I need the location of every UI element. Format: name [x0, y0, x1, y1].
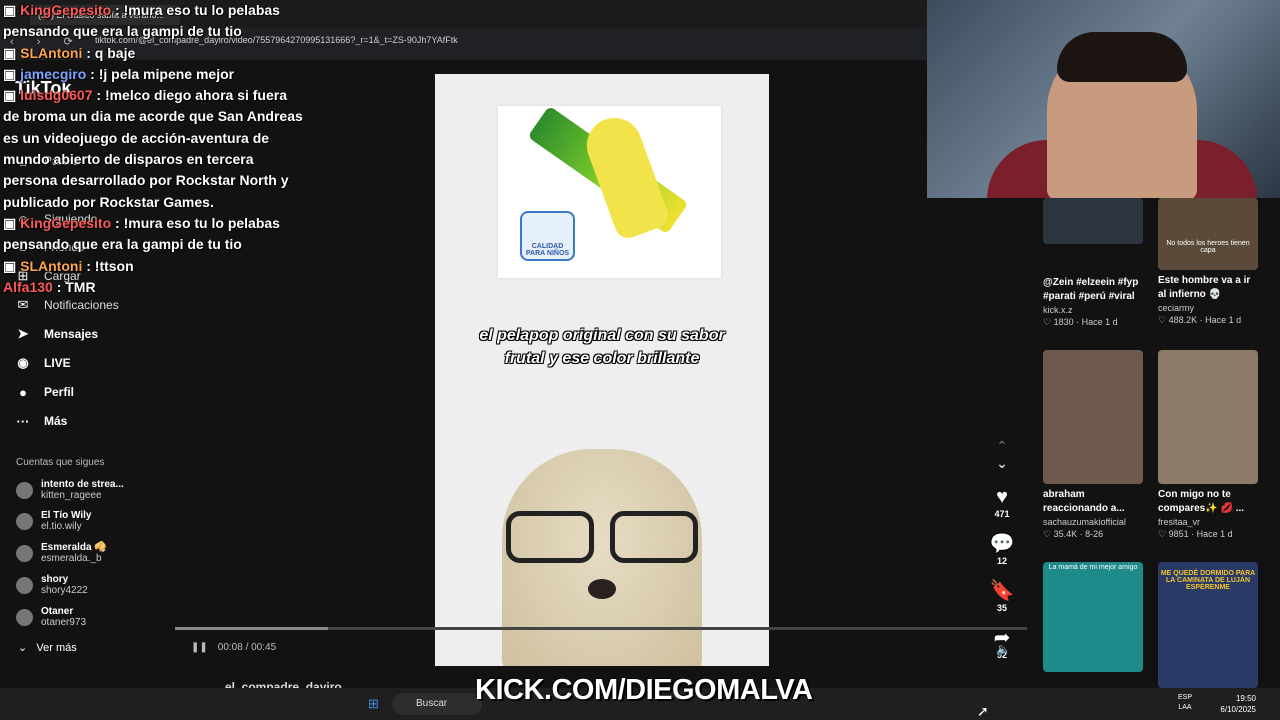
- video-caption: el pelapop original con su sabor frutal …: [479, 327, 725, 367]
- video-progress-bar[interactable]: [175, 627, 1027, 630]
- progress-fill: [175, 627, 329, 630]
- chat-badge-icon: ▣: [3, 257, 17, 274]
- system-clock[interactable]: 19:50 6/10/2025: [1220, 693, 1256, 715]
- streamer-hair: [1057, 32, 1187, 82]
- chat-message: ▣ jamecgiro : !j pela mipene mejor: [3, 65, 235, 82]
- comment-icon[interactable]: 💬: [987, 531, 1017, 556]
- action-bar: ⌃ ⌄ ♥ 471 💬 12 🔖 35 ➦ 92: [987, 438, 1017, 672]
- like-count: 471: [994, 509, 1010, 519]
- recommended-card[interactable]: Con migo no te compares✨ 💋 ... fresitaa_…: [1158, 350, 1260, 540]
- quality-badge: CALIDAD PARA NIÑOS: [520, 211, 575, 261]
- dog-nose: [588, 579, 616, 599]
- glasses: [502, 511, 702, 566]
- following-item[interactable]: Esmeralda 🥠 esmeralda._b: [16, 542, 107, 564]
- video-thumbnail: [1043, 198, 1143, 244]
- kick-url-overlay: KICK.COM/DIEGOMALVA: [475, 674, 813, 706]
- avatar: [16, 608, 33, 626]
- chat-badge-icon: ▣: [3, 2, 17, 18]
- time-display: 00:08 / 00:45: [217, 642, 277, 653]
- recommended-card[interactable]: La mamá de mi mejor amigo: [1043, 562, 1145, 672]
- video-thumbnail: [1158, 350, 1258, 484]
- chevron-down-icon[interactable]: ⌄: [987, 455, 1017, 472]
- avatar: [16, 544, 33, 562]
- avatar: [16, 512, 33, 530]
- video-frame[interactable]: CALIDAD PARA NIÑOS el pelapop original c…: [435, 74, 769, 666]
- webcam-overlay: [927, 0, 1280, 198]
- chat-message: Alfa130 : TMR: [3, 278, 96, 295]
- video-thumbnail: [1043, 350, 1143, 484]
- chat-badge-icon: ▣: [3, 65, 17, 82]
- heart-icon[interactable]: ♥: [987, 486, 1017, 509]
- recommended-card[interactable]: No todos los heroes tienen capa Este hom…: [1158, 198, 1260, 326]
- nav-notificaciones[interactable]: ✉ Notificaciones: [14, 296, 119, 314]
- more-icon: ···: [16, 413, 30, 429]
- chevron-down-icon: ⌄: [18, 642, 28, 654]
- language-indicator[interactable]: ESP LAA: [1178, 693, 1192, 713]
- video-thumbnail: ME QUEDÉ DORMIDO PARA LA CAMINATA DE LUJ…: [1158, 562, 1258, 688]
- mouse-cursor-icon: ➚: [977, 703, 989, 719]
- stream-chat-overlay: ▣ KingGepesito : !mura eso tu lo pelabas…: [3, 0, 303, 298]
- chat-message: ▣ SLAntoni : !ttson: [3, 257, 134, 274]
- avatar: [16, 481, 33, 499]
- chat-message: ▣ KingGepesito : !mura eso tu lo pelabas…: [3, 214, 280, 253]
- video-thumbnail: La mamá de mi mejor amigo: [1043, 562, 1143, 672]
- windows-start-icon[interactable]: ⊞: [368, 696, 379, 712]
- following-item[interactable]: El Tío Wily el.tio.wily: [16, 510, 91, 532]
- avatar: [16, 576, 33, 594]
- following-item[interactable]: Otaner otaner973: [16, 606, 86, 628]
- chat-message: ▣ SLAntoni : q baje: [3, 44, 136, 61]
- volume-icon[interactable]: 🔈: [996, 642, 1011, 656]
- see-more-link[interactable]: ⌄ Ver más: [18, 641, 77, 654]
- chat-badge-icon: ▣: [3, 87, 17, 104]
- chat-badge-icon: ▣: [3, 44, 17, 61]
- product-image: CALIDAD PARA NIÑOS: [498, 105, 721, 278]
- following-item[interactable]: intento de strea... kitten_rageee: [16, 479, 124, 501]
- bookmark-icon[interactable]: 🔖: [987, 578, 1017, 603]
- profile-icon: ●: [19, 384, 27, 400]
- bell-icon: ✉: [17, 297, 29, 312]
- nav-live[interactable]: ◉ LIVE: [14, 354, 70, 372]
- chat-message: ▣ KingGepesito : !mura eso tu lo pelabas…: [3, 2, 280, 40]
- dog-with-glasses-image: [502, 449, 702, 666]
- playback-controls: ❚❚ 00:08 / 00:45: [191, 642, 276, 653]
- chat-badge-icon: ▣: [3, 214, 17, 231]
- nav-mas[interactable]: ··· Más: [14, 412, 68, 430]
- comment-count: 12: [996, 556, 1007, 566]
- taskbar-search[interactable]: Buscar: [392, 693, 482, 715]
- pause-icon[interactable]: ❚❚: [191, 642, 208, 653]
- save-count: 35: [996, 603, 1007, 613]
- recommended-card[interactable]: @Zein #elzeein #fyp #parati #perú #viral…: [1043, 198, 1145, 328]
- chevron-up-icon[interactable]: ⌃: [987, 438, 1017, 455]
- following-item[interactable]: shory shory4222: [16, 574, 88, 596]
- recommended-card[interactable]: ME QUEDÉ DORMIDO PARA LA CAMINATA DE LUJ…: [1158, 562, 1260, 688]
- recommended-card[interactable]: abraham reaccionando a... sachauzumakiof…: [1043, 350, 1145, 540]
- live-icon: ◉: [17, 355, 29, 370]
- following-title: Cuentas que sigues: [16, 457, 105, 468]
- chat-message: ▣ luisdg0607 : !melco diego ahora si fue…: [3, 87, 303, 210]
- video-thumbnail: No todos los heroes tienen capa: [1158, 198, 1258, 270]
- recommended-videos: @Zein #elzeein #fyp #parati #perú #viral…: [1027, 198, 1280, 688]
- nav-perfil[interactable]: ● Perfil: [14, 383, 74, 401]
- nav-mensajes[interactable]: ➤ Mensajes: [14, 325, 98, 343]
- messages-icon: ➤: [17, 326, 29, 341]
